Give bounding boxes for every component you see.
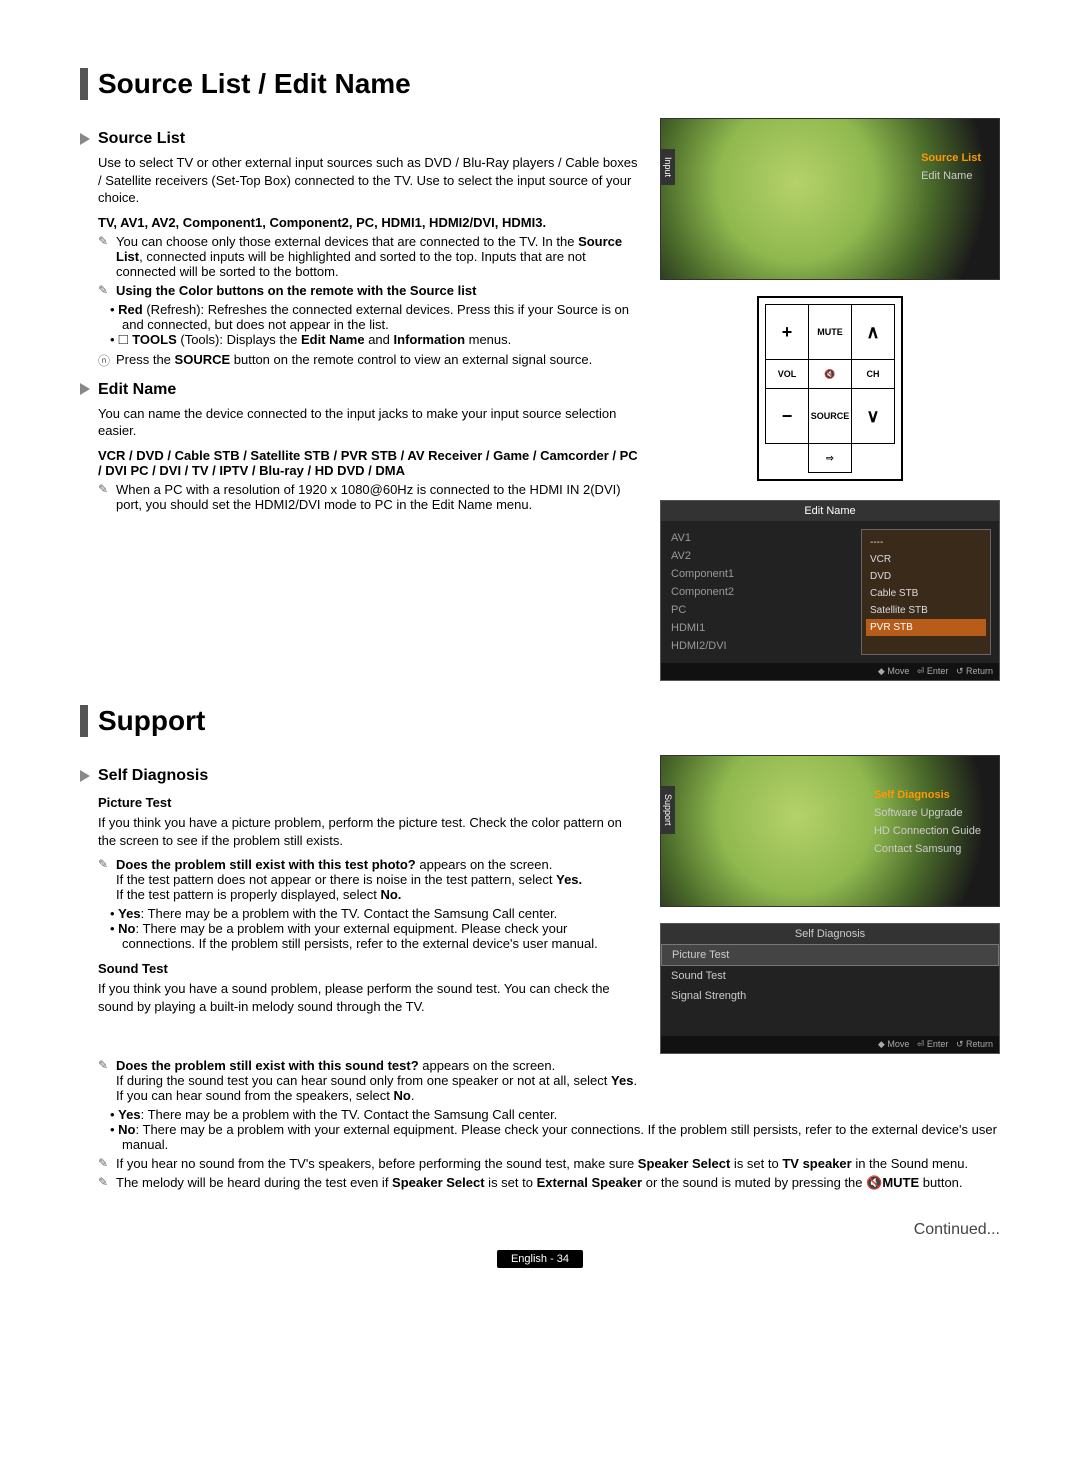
subheading-source-list: Source List <box>80 130 642 148</box>
tools-icon: 🞎 <box>118 332 128 347</box>
osd-tab-input: Input <box>661 149 675 185</box>
osd-self-diagnosis: Self Diagnosis Picture Test Sound Test S… <box>660 923 1000 1054</box>
note-melody: ✎ The melody will be heard during the te… <box>98 1175 1000 1191</box>
note-pc-resolution: ✎ When a PC with a resolution of 1920 x … <box>98 482 642 512</box>
mute-icon: 🔇 <box>866 1175 882 1190</box>
remote-ch-up: ∧ <box>852 305 895 360</box>
note-press-source: ⓝ Press the SOURCE button on the remote … <box>98 352 642 369</box>
osd-item-self-diagnosis: Self Diagnosis <box>874 786 981 804</box>
source-list-sources: TV, AV1, AV2, Component1, Component2, PC… <box>98 215 642 230</box>
remote-ch-down: ∨ <box>852 389 895 444</box>
note-speaker-select: ✎ If you hear no sound from the TV's spe… <box>98 1156 1000 1171</box>
remote-vol-up: + <box>766 305 809 360</box>
remote-vol-label: VOL <box>766 360 809 389</box>
bullet-pic-no: No: There may be a problem with your ext… <box>122 921 642 951</box>
note-color-buttons: ✎ Using the Color buttons on the remote … <box>98 283 642 298</box>
picture-test-heading: Picture Test <box>98 795 642 810</box>
continued-label: Continued... <box>80 1221 1000 1239</box>
osd-item-edit-name: Edit Name <box>921 167 981 185</box>
osd-item-contact-samsung: Contact Samsung <box>874 840 981 858</box>
bullet-snd-yes: Yes: There may be a problem with the TV.… <box>122 1107 1000 1122</box>
remote-control-diagram: +MUTE∧ VOL🔇CH −SOURCE∨ ⇨ <box>757 296 903 481</box>
note-icon: ✎ <box>98 234 116 279</box>
note-icon: ✎ <box>98 857 116 902</box>
osd-opt-cable-stb: Cable STB <box>866 585 986 602</box>
picture-test-intro: If you think you have a picture problem,… <box>98 814 642 849</box>
note-picture-question: ✎ Does the problem still exist with this… <box>98 857 642 902</box>
osd-src-av2: AV2 <box>671 547 843 565</box>
note-icon: ✎ <box>98 283 116 298</box>
remote-vol-down: − <box>766 389 809 444</box>
bullet-red-refresh: Red (Refresh): Refreshes the connected e… <box>122 302 642 332</box>
osd-src-hdmi2dvi: HDMI2/DVI <box>671 637 843 655</box>
osd-support-menu: Support Self Diagnosis Software Upgrade … <box>660 755 1000 907</box>
osd-src-av1: AV1 <box>671 529 843 547</box>
osd-edit-name-header: Edit Name <box>661 501 999 521</box>
osd-footer: ◆ Move ⏎ Enter ↺ Return <box>661 663 999 680</box>
osd-opt-vcr: VCR <box>866 551 986 568</box>
osd-input-menu: Input Source List Edit Name <box>660 118 1000 280</box>
subheading-edit-name: Edit Name <box>80 381 642 399</box>
note-icon: ✎ <box>98 482 116 512</box>
osd-footer: ◆ Move ⏎ Enter ↺ Return <box>661 1036 999 1053</box>
osd-src-component1: Component1 <box>671 565 843 583</box>
osd-tab-support: Support <box>661 786 675 834</box>
osd-diag-sound-test: Sound Test <box>661 966 999 986</box>
osd-diag-header: Self Diagnosis <box>661 924 999 944</box>
note-icon: ✎ <box>98 1156 116 1171</box>
heading-source-list-edit-name: Source List / Edit Name <box>80 68 1000 100</box>
bullet-snd-no: No: There may be a problem with your ext… <box>122 1122 1000 1152</box>
osd-item-hd-connection-guide: HD Connection Guide <box>874 822 981 840</box>
note-icon: ✎ <box>98 1058 116 1103</box>
note-choose-devices: ✎ You can choose only those external dev… <box>98 234 642 279</box>
remote-source-icon: ⇨ <box>809 444 852 473</box>
osd-opt-satellite-stb: Satellite STB <box>866 602 986 619</box>
osd-item-source-list: Source List <box>921 149 981 167</box>
page-number: English - 34 <box>497 1250 583 1268</box>
sound-test-intro: If you think you have a sound problem, p… <box>98 980 642 1015</box>
remote-ch-label: CH <box>852 360 895 389</box>
note-sound-question: ✎ Does the problem still exist with this… <box>98 1058 1000 1103</box>
osd-src-component2: Component2 <box>671 583 843 601</box>
osd-edit-name: Edit Name AV1 AV2 Component1 Component2 … <box>660 500 1000 681</box>
heading-support: Support <box>80 705 1000 737</box>
sound-test-heading: Sound Test <box>98 961 642 976</box>
osd-diag-signal-strength: Signal Strength <box>661 986 999 1006</box>
bullet-tools: 🞎 TOOLS (Tools): Displays the Edit Name … <box>122 332 642 348</box>
osd-src-hdmi1: HDMI1 <box>671 619 843 637</box>
button-icon: ⓝ <box>98 352 116 369</box>
edit-name-intro: You can name the device connected to the… <box>98 405 642 440</box>
osd-item-software-upgrade: Software Upgrade <box>874 804 981 822</box>
edit-name-devices: VCR / DVD / Cable STB / Satellite STB / … <box>98 448 642 478</box>
osd-diag-picture-test: Picture Test <box>661 944 999 966</box>
bullet-pic-yes: Yes: There may be a problem with the TV.… <box>122 906 642 921</box>
osd-sep: ---- <box>866 534 986 551</box>
note-icon: ✎ <box>98 1175 116 1191</box>
remote-mute-label: MUTE <box>809 305 852 360</box>
source-list-intro: Use to select TV or other external input… <box>98 154 642 207</box>
remote-source-label: SOURCE <box>809 389 852 444</box>
osd-opt-dvd: DVD <box>866 568 986 585</box>
osd-src-pc: PC <box>671 601 843 619</box>
remote-mute-icon: 🔇 <box>809 360 852 389</box>
osd-opt-pvr-stb: PVR STB <box>866 619 986 636</box>
subheading-self-diagnosis: Self Diagnosis <box>80 767 642 785</box>
